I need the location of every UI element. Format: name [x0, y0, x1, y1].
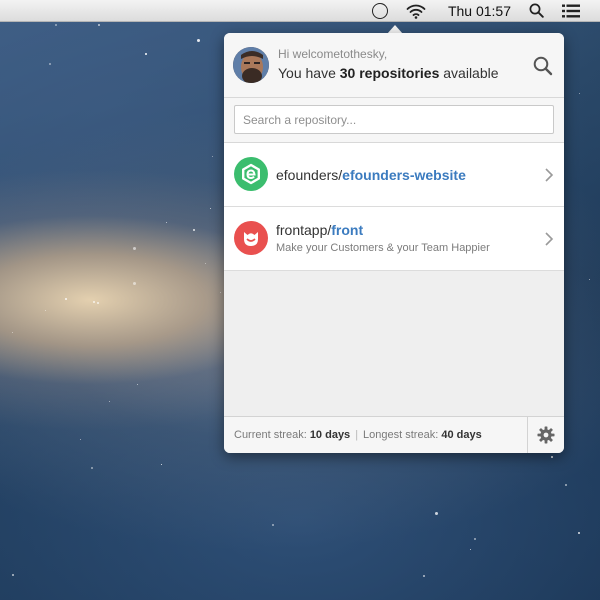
longest-streak-value: 40 days	[441, 429, 482, 441]
menu-bar: Thu 01:57	[0, 0, 600, 22]
popover-footer: Current streak: 10 days | Longest streak: …	[224, 416, 564, 453]
star	[45, 310, 46, 311]
front-logo-icon	[234, 221, 268, 255]
star	[137, 384, 138, 385]
star	[435, 512, 438, 515]
popover-header: Hi welcometothesky, You have 30 reposito…	[224, 33, 564, 98]
star	[589, 279, 590, 280]
star	[220, 292, 221, 293]
repo-full-name: frontapp/front	[276, 222, 363, 238]
avatar[interactable]	[233, 47, 269, 83]
star	[166, 222, 167, 223]
star	[97, 302, 99, 304]
wifi-icon[interactable]	[406, 0, 426, 22]
repo-full-name: efounders/efounders-website	[276, 167, 466, 183]
spotlight-search-icon[interactable]	[529, 0, 544, 22]
repo-owner: frontapp/	[276, 222, 332, 238]
star	[212, 156, 213, 157]
star	[423, 575, 425, 577]
star	[470, 549, 471, 550]
repository-count: 30 repositories	[339, 65, 440, 81]
star	[98, 24, 100, 26]
star	[145, 53, 147, 55]
star	[210, 208, 211, 209]
status-circle-icon[interactable]	[371, 0, 388, 22]
current-streak-label: Current streak:	[234, 429, 310, 441]
repositories-popover: Hi welcometothesky, You have 30 reposito…	[224, 33, 564, 453]
chevron-right-icon	[545, 232, 554, 246]
star	[93, 301, 95, 303]
menu-bar-clock[interactable]: Thu 01:57	[448, 0, 511, 22]
repo-name[interactable]: front	[331, 222, 363, 238]
star	[197, 39, 200, 42]
star	[578, 532, 580, 534]
list-item[interactable]: efounders/efounders-website	[224, 143, 564, 207]
star	[161, 464, 162, 465]
star	[12, 332, 13, 333]
star	[133, 282, 136, 285]
star	[80, 439, 81, 440]
gear-icon	[537, 426, 555, 444]
star	[65, 298, 67, 300]
star	[579, 93, 580, 94]
count-prefix: You have	[278, 65, 340, 81]
star	[49, 63, 51, 65]
efounders-logo-icon	[234, 157, 268, 191]
streak-separator: |	[355, 429, 359, 441]
star	[565, 484, 567, 486]
longest-streak-label: Longest streak:	[363, 429, 442, 441]
star	[205, 263, 206, 264]
search-bar	[224, 98, 564, 143]
search-icon[interactable]	[532, 55, 554, 77]
repo-description: Make your Customers & your Team Happier	[276, 242, 490, 254]
streak-summary: Current streak: 10 days | Longest streak: …	[224, 429, 527, 441]
notification-list-icon[interactable]	[562, 0, 580, 22]
list-item[interactable]: frontapp/front Make your Customers & you…	[224, 207, 564, 271]
star	[551, 456, 553, 458]
star	[109, 401, 110, 402]
chevron-right-icon	[545, 168, 554, 182]
repo-name[interactable]: efounders-website	[342, 167, 466, 183]
repository-count-text: You have 30 repositories available	[278, 65, 499, 81]
star	[12, 574, 14, 576]
current-streak-value: 10 days	[309, 429, 351, 441]
repo-owner: efounders/	[276, 167, 343, 183]
settings-button[interactable]	[527, 417, 564, 453]
count-suffix: available	[439, 65, 499, 81]
star	[91, 467, 93, 469]
greeting-text: Hi welcometothesky,	[278, 47, 388, 61]
star	[272, 524, 274, 526]
star	[133, 247, 136, 250]
star	[474, 538, 476, 540]
star	[55, 24, 57, 26]
star	[193, 229, 195, 231]
search-input[interactable]	[234, 105, 554, 134]
